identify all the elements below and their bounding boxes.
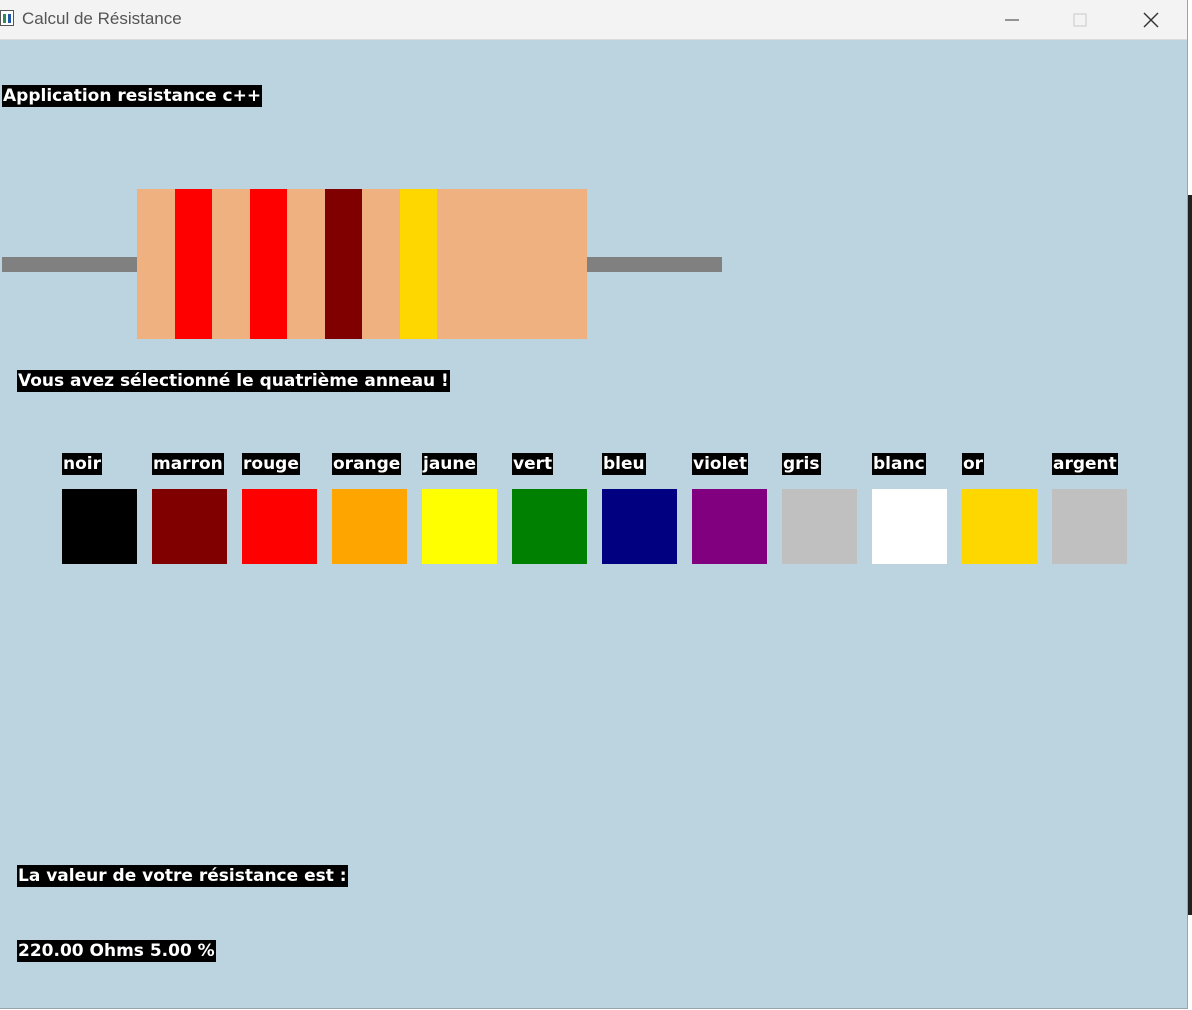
- result-value: 220.00 Ohms 5.00 %: [17, 940, 216, 962]
- swatch-noir[interactable]: [62, 489, 137, 564]
- resistor-body: [137, 189, 587, 339]
- palette-label-vert: vert: [512, 453, 554, 475]
- swatch-bleu[interactable]: [602, 489, 677, 564]
- palette-label-noir: noir: [62, 453, 102, 475]
- palette-label-gris: gris: [782, 453, 821, 475]
- swatch-rouge[interactable]: [242, 489, 317, 564]
- resistor-band-2[interactable]: [250, 189, 287, 339]
- swatch-violet[interactable]: [692, 489, 767, 564]
- swatch-jaune[interactable]: [422, 489, 497, 564]
- swatch-or[interactable]: [962, 489, 1037, 564]
- maximize-icon: [1073, 13, 1087, 27]
- close-button[interactable]: [1121, 0, 1181, 39]
- swatch-orange[interactable]: [332, 489, 407, 564]
- palette-label-rouge: rouge: [242, 453, 300, 475]
- palette-label-argent: argent: [1052, 453, 1118, 475]
- minimize-icon: [1005, 19, 1019, 21]
- resistor-lead-left: [2, 257, 138, 272]
- swatch-marron[interactable]: [152, 489, 227, 564]
- maximize-button[interactable]: [1050, 0, 1110, 39]
- palette-label-violet: violet: [692, 453, 749, 475]
- app-window: Calcul de Résistance Application resista…: [0, 0, 1188, 1009]
- app-icon: [0, 10, 14, 26]
- swatch-argent[interactable]: [1052, 489, 1127, 564]
- resistor-lead-right: [586, 257, 722, 272]
- palette-label-jaune: jaune: [422, 453, 478, 475]
- minimize-button[interactable]: [982, 0, 1042, 39]
- palette-label-blanc: blanc: [872, 453, 926, 475]
- swatch-vert[interactable]: [512, 489, 587, 564]
- window-title: Calcul de Résistance: [22, 9, 182, 28]
- palette-label-or: or: [962, 453, 985, 475]
- swatch-blanc[interactable]: [872, 489, 947, 564]
- selection-message: Vous avez sélectionné le quatrième annea…: [17, 370, 450, 392]
- palette-label-orange: orange: [332, 453, 402, 475]
- palette-label-bleu: bleu: [602, 453, 646, 475]
- resistor-band-3[interactable]: [325, 189, 362, 339]
- close-icon: [1143, 12, 1159, 28]
- app-heading: Application resistance c++: [2, 85, 263, 107]
- resistor-band-4[interactable]: [400, 189, 437, 339]
- background-window-edge: [1188, 0, 1192, 1010]
- title-bar[interactable]: Calcul de Résistance: [0, 0, 1187, 40]
- resistor-band-1[interactable]: [175, 189, 212, 339]
- palette-label-marron: marron: [152, 453, 224, 475]
- result-label: La valeur de votre résistance est :: [17, 865, 348, 887]
- swatch-gris[interactable]: [782, 489, 857, 564]
